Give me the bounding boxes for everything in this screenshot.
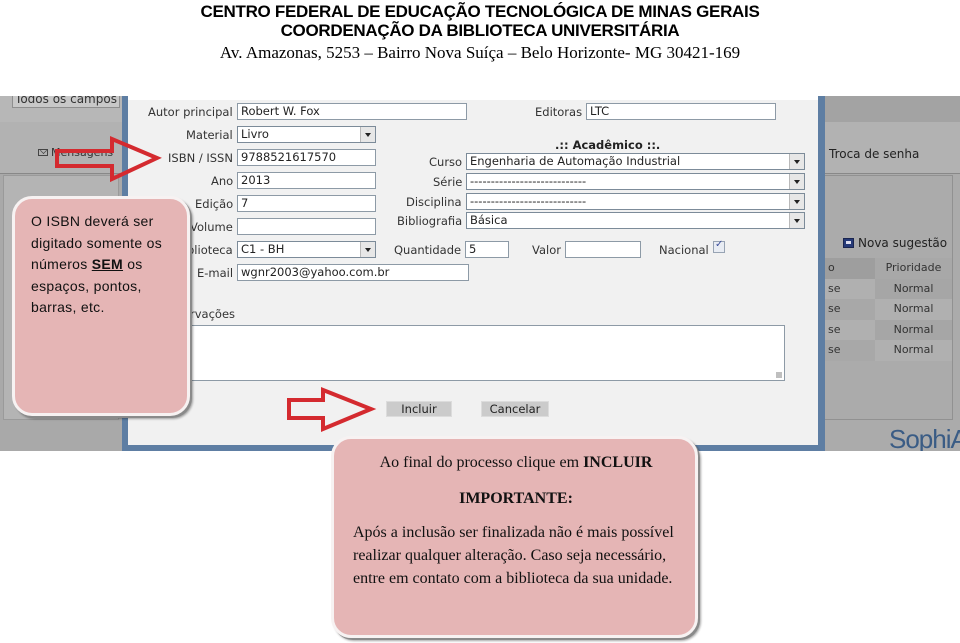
edicao-label: Edição [195,197,234,211]
serie-label: Série [433,175,463,189]
nacional-label: Nacional [659,243,709,257]
grid-cell-priority: Normal [875,319,952,340]
ano-label: Ano [211,174,234,188]
material-select[interactable]: Livro [237,126,376,143]
chevron-down-icon [360,127,375,142]
arrow-to-incluir-icon [287,387,377,432]
envelope-icon [38,149,48,156]
quantidade-input[interactable]: 5 [465,241,509,258]
isbn-input[interactable]: 9788521617570 [237,149,376,166]
isbn-label: ISBN / ISSN [168,151,233,165]
grid-cell-priority: Normal [875,340,952,361]
email-input[interactable]: wgnr2003@yahoo.com.br [237,264,469,281]
letterhead: CENTRO FEDERAL DE EDUCAÇÃO TECNOLÓGICA D… [0,0,960,64]
grid-cell: se [828,322,841,336]
ano-input[interactable]: 2013 [237,172,376,189]
biblioteca-select[interactable]: C1 - BH [237,241,376,258]
incluir-emphasis: INCLUIR [583,454,653,471]
isbn-instruction-callout: O ISBN deverá ser digitado somente os nú… [12,196,190,416]
sem-emphasis: SEM [91,256,124,272]
editoras-input[interactable]: LTC [586,103,776,120]
grid-row[interactable]: se Normal [825,319,952,340]
important-heading: IMPORTANTE: [459,490,573,507]
biblioteca-value: C1 - BH [241,242,285,256]
observacoes-textarea[interactable] [190,325,785,381]
todos-os-campos-button[interactable]: Todos os campos [12,96,120,108]
final-instruction-line: Ao final do processo clique em INCLUIR [379,454,653,471]
chevron-down-icon [789,154,804,169]
editoras-label: Editoras [535,105,583,119]
grid-cell-priority: Normal [875,278,952,299]
cancelar-button[interactable]: Cancelar [481,401,549,417]
nova-sugestao-label: Nova sugestão [858,236,948,250]
edicao-input[interactable]: 7 [237,195,376,212]
curso-value: Engenharia de Automação Industrial [470,154,681,168]
bibliografia-select[interactable]: Básica [466,212,805,229]
isbn-instruction-text: O ISBN deverá ser digitado somente os nú… [31,213,163,315]
chat-bubble-icon [843,238,854,248]
email-label: E-mail [197,266,234,280]
curso-label: Curso [429,155,463,169]
disciplina-select[interactable]: ---------------------------- [466,193,805,210]
nova-sugestao-button[interactable]: Nova sugestão [843,236,947,250]
disciplina-label: Disciplina [406,195,462,209]
academico-section-title: .:: Acadêmico ::. [555,138,661,152]
autor-principal-label: Autor principal [148,105,233,119]
disciplina-value: ---------------------------- [470,194,587,208]
chevron-down-icon [789,194,804,209]
chevron-down-icon [789,213,804,228]
grid-header-cell[interactable]: o [825,258,875,279]
grid-cell: se [828,281,841,295]
biblioteca-label: blioteca [187,243,233,257]
volume-input[interactable] [237,218,376,235]
address: Av. Amazonas, 5253 – Bairro Nova Suíça –… [219,43,741,62]
chevron-down-icon [360,242,375,257]
volume-label: Volume [190,220,233,234]
grid-cell-priority: Normal [875,299,952,320]
grid-header: o Prioridade [825,258,952,279]
grid-row[interactable]: se Normal [825,340,952,361]
nacional-checkbox[interactable] [713,239,725,253]
institution-name: CENTRO FEDERAL DE EDUCAÇÃO TECNOLÓGICA D… [200,2,760,21]
serie-value: ---------------------------- [470,174,587,188]
department-name: COORDENAÇÃO DA BIBLIOTECA UNIVERSITÁRIA [280,21,680,40]
suggestions-grid: o Prioridade se Normal se Normal se Norm… [825,258,952,361]
bibliografia-value: Básica [470,213,508,227]
chevron-down-icon [789,174,804,189]
arrow-to-isbn-icon [55,135,162,183]
curso-select[interactable]: Engenharia de Automação Industrial [466,153,805,170]
important-body: Após a inclusão ser finalizada não é mai… [353,524,674,587]
final-instruction-callout: Ao final do processo clique em INCLUIR I… [331,436,698,638]
valor-label: Valor [532,243,561,257]
grid-cell: se [828,343,841,356]
bibliografia-label: Bibliografia [397,214,463,228]
grid-header-prioridade[interactable]: Prioridade [875,258,952,279]
grid-row[interactable]: se Normal [825,299,952,320]
incluir-button[interactable]: Incluir [386,401,452,417]
grid-cell: se [828,302,841,315]
autor-principal-input[interactable]: Robert W. Fox [237,103,467,120]
observacoes-label: rvações [190,307,236,321]
material-label: Material [186,128,233,142]
quantidade-label: Quantidade [394,243,462,257]
grid-row[interactable]: se Normal [825,278,952,299]
resize-grip-icon[interactable] [776,372,782,378]
troca-de-senha-link[interactable]: Troca de senha [829,147,919,161]
serie-select[interactable]: ---------------------------- [466,173,805,190]
valor-input[interactable] [565,241,641,258]
sophia-logo: SophiA [889,424,960,451]
frame-border-right [818,96,825,451]
material-value: Livro [241,127,269,141]
right-sidebar: Troca de senha Nova sugestão o Prioridad… [825,96,960,451]
